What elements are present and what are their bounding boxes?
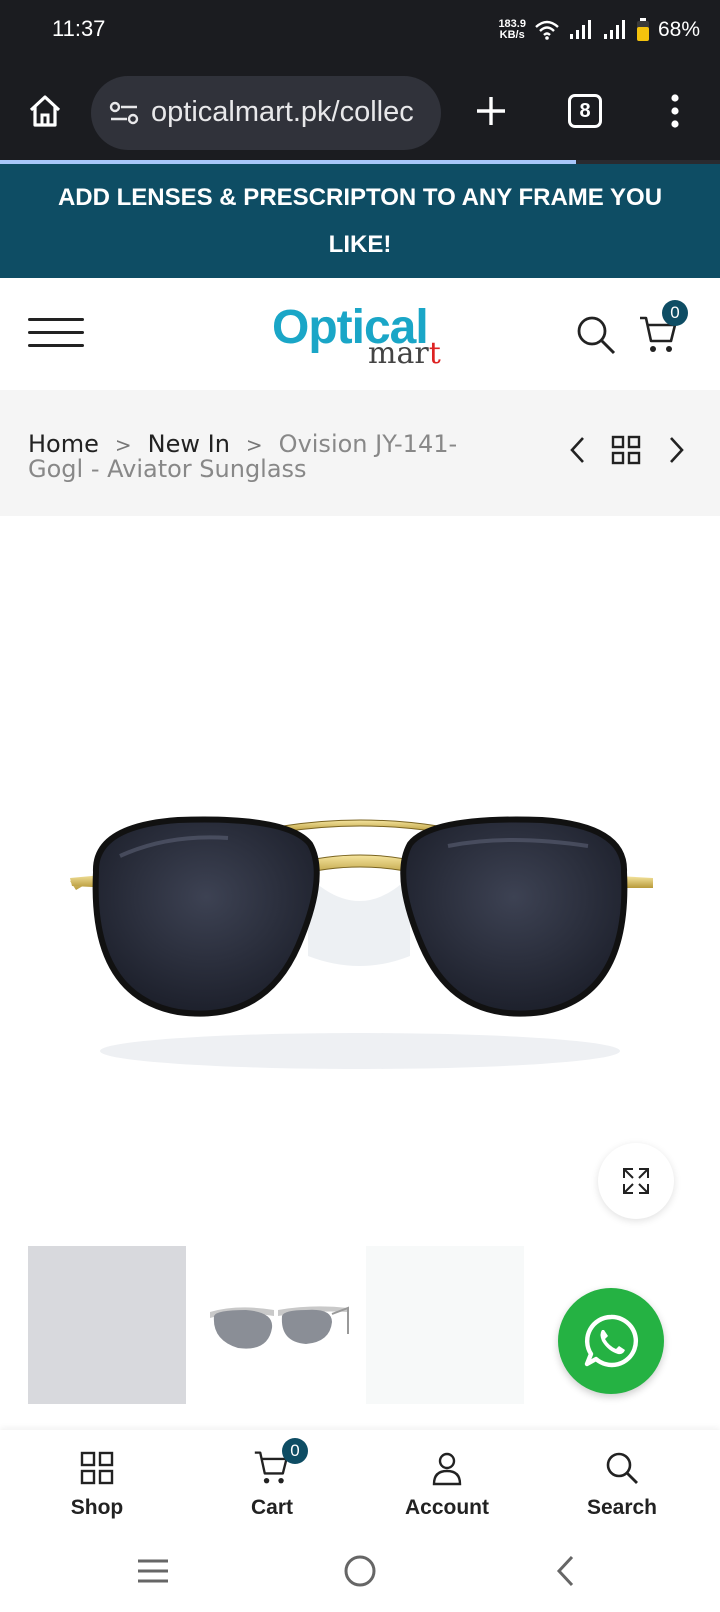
nav-shop-label: Shop <box>70 1496 124 1519</box>
status-icons: 183.9 KB/s 68% <box>498 14 700 46</box>
aviator-sunglasses-image <box>70 816 653 1069</box>
nav-account[interactable]: Account <box>377 1448 517 1520</box>
thumbnail-1[interactable] <box>28 1246 186 1404</box>
announcement-bar: ADD LENSES & PRESCRIPTON TO ANY FRAME YO… <box>0 164 720 278</box>
header-cart-badge: 0 <box>662 300 688 326</box>
system-navigation-bar <box>0 1530 720 1612</box>
url-bar[interactable]: opticalmart.pk/collec <box>91 76 441 150</box>
tab-switcher-button[interactable]: 8 <box>568 94 602 128</box>
breadcrumb: Home > New In > Ovision JY-141-Gogl - Aviato… <box>0 390 720 516</box>
home-button-icon[interactable] <box>343 1554 377 1588</box>
whatsapp-button[interactable] <box>558 1288 664 1394</box>
nav-cart[interactable]: 0 Cart <box>202 1438 342 1520</box>
recent-apps-icon[interactable] <box>136 1556 170 1586</box>
bottom-navigation: Shop 0 Cart Account Search <box>0 1430 720 1530</box>
expand-icon <box>623 1168 649 1194</box>
new-tab-icon[interactable] <box>474 94 508 128</box>
announcement-text: ADD LENSES & PRESCRIPTON TO ANY FRAME YO… <box>57 184 663 258</box>
network-speed-unit: KB/s <box>499 29 525 41</box>
nav-cart-label: Cart <box>250 1496 293 1519</box>
product-main-image[interactable] <box>28 576 692 1236</box>
header-search-icon[interactable] <box>575 314 617 356</box>
battery-percent: 68% <box>657 18 700 41</box>
breadcrumb-separator: > <box>245 433 263 457</box>
zoom-button[interactable] <box>598 1143 674 1219</box>
nav-cart-badge: 0 <box>282 1438 308 1464</box>
header-cart-button[interactable]: 0 <box>638 300 688 360</box>
network-speed: 183.9 KB/s <box>498 19 526 41</box>
browser-toolbar: opticalmart.pk/collec 8 <box>0 62 720 162</box>
logo-mart: mart <box>368 336 441 371</box>
breadcrumb-separator: > <box>114 433 132 457</box>
status-bar: 11:37 183.9 KB/s 68% <box>0 0 720 62</box>
whatsapp-icon <box>584 1314 638 1368</box>
thumbnail-3[interactable] <box>366 1246 524 1404</box>
site-logo[interactable]: Optical mart <box>272 300 452 372</box>
site-header: Optical mart 0 <box>0 278 720 390</box>
url-text[interactable]: opticalmart.pk/collec <box>151 96 414 129</box>
next-product-icon[interactable] <box>664 434 688 466</box>
battery-icon <box>636 18 649 41</box>
signal-icon <box>569 20 591 39</box>
home-icon[interactable] <box>26 92 64 130</box>
signal-icon-2 <box>603 20 625 39</box>
grid-view-icon[interactable] <box>610 434 642 466</box>
account-icon <box>432 1452 462 1486</box>
nav-search-label: Search <box>586 1496 658 1519</box>
breadcrumb-trail: Home > New In > Ovision JY-141-Gogl - Aviato… <box>28 432 498 481</box>
menu-icon[interactable] <box>28 318 84 350</box>
nav-search[interactable]: Search <box>552 1448 692 1520</box>
tab-count: 8 <box>579 100 591 122</box>
breadcrumb-new-in[interactable]: New In <box>148 430 230 458</box>
logo-t: t <box>428 336 441 371</box>
breadcrumb-home[interactable]: Home <box>28 430 99 458</box>
shop-grid-icon <box>80 1451 114 1485</box>
back-icon[interactable] <box>554 1554 576 1588</box>
logo-mar: mar <box>368 336 429 371</box>
more-menu-icon[interactable] <box>668 92 682 130</box>
prev-product-icon[interactable] <box>566 434 590 466</box>
site-settings-icon[interactable] <box>109 100 139 126</box>
wifi-icon <box>535 20 559 40</box>
thumbnail-2[interactable] <box>198 1246 356 1404</box>
nav-account-label: Account <box>405 1496 489 1519</box>
silver-sunglasses-thumbnail <box>210 1306 349 1349</box>
status-time: 11:37 <box>52 16 106 41</box>
search-icon <box>606 1452 638 1484</box>
nav-shop[interactable]: Shop <box>27 1448 167 1520</box>
